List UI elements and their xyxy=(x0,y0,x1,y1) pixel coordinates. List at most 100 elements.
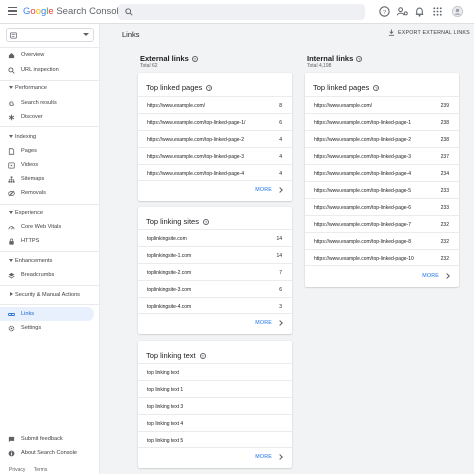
caret-down-icon xyxy=(9,258,13,262)
nav-item-discover[interactable]: Discover xyxy=(0,110,94,124)
more-button[interactable]: MORE xyxy=(255,453,283,460)
nav-item-pages[interactable]: Pages xyxy=(0,144,94,158)
table-row[interactable]: https://www.example.com/top-linked-page-… xyxy=(305,181,459,198)
row-label: https://www.example.com/top-linked-page-… xyxy=(147,120,246,126)
nav-item-core-web-vitals[interactable]: Core Web Vitals xyxy=(0,220,94,234)
menu-icon[interactable] xyxy=(8,7,17,16)
video-icon xyxy=(8,161,15,169)
section-enhancements[interactable]: Enhancements xyxy=(0,255,94,267)
section-security-manual-actions[interactable]: Security & Manual Actions xyxy=(0,289,94,301)
property-selector[interactable] xyxy=(6,28,94,42)
table-row[interactable]: https://www.example.com/top-linked-page-… xyxy=(138,164,292,181)
table-row[interactable]: https://www.example.com/top-linked-page-… xyxy=(305,249,459,266)
row-count: 233 xyxy=(440,188,449,194)
terms-link[interactable]: Terms xyxy=(34,467,48,473)
manage-users-icon[interactable] xyxy=(396,5,409,18)
link-icon xyxy=(8,312,15,316)
footer-links: Privacy Terms xyxy=(9,467,54,473)
apps-icon[interactable] xyxy=(431,5,444,18)
nav-item-removals[interactable]: Removals xyxy=(0,186,94,200)
nav-item-settings[interactable]: Settings xyxy=(0,321,94,335)
nav-item-https[interactable]: HTTPS xyxy=(0,234,94,248)
row-label: https://www.example.com/ xyxy=(147,103,206,109)
row-count: 238 xyxy=(440,120,449,126)
more-button[interactable]: MORE xyxy=(255,186,283,193)
more-button[interactable]: MORE xyxy=(255,319,283,326)
table-row[interactable]: toplinkingsite-2.com 7 xyxy=(138,263,292,280)
more-label: MORE xyxy=(422,273,439,279)
table-row[interactable]: https://www.example.com/top-linked-page-… xyxy=(305,232,459,249)
table-row[interactable]: https://www.example.com/top-linked-page-… xyxy=(305,113,459,130)
svg-text:?: ? xyxy=(383,10,386,16)
nav-item-label: Breadcrumbs xyxy=(21,272,55,278)
table-row[interactable]: top linking text 3 xyxy=(138,397,292,414)
notifications-icon[interactable] xyxy=(413,5,426,18)
gear-icon xyxy=(8,325,15,331)
table-row[interactable]: https://www.example.com/top-linked-page-… xyxy=(305,164,459,181)
google-g-icon: G xyxy=(9,100,14,106)
table-row[interactable]: top linking text xyxy=(138,363,292,380)
export-external-links-button[interactable]: EXPORT EXTERNAL LINKS xyxy=(388,29,470,36)
table-row[interactable]: https://www.example.com/8 xyxy=(138,96,292,113)
card-external-top-linking-text: Top linking text? top linking text top li… xyxy=(138,341,292,468)
more-button[interactable]: MORE xyxy=(422,272,450,279)
row-label: https://www.example.com/top-linked-page-… xyxy=(147,154,244,160)
chevron-right-icon xyxy=(277,319,283,326)
help-icon[interactable]: ? xyxy=(356,56,363,63)
section-label: Enhancements xyxy=(15,258,53,264)
row-count: 239 xyxy=(440,103,449,109)
help-icon[interactable]: ? xyxy=(206,85,213,92)
help-icon[interactable]: ? xyxy=(202,219,209,226)
search-bar[interactable] xyxy=(118,4,365,20)
table-row[interactable]: https://www.example.com/top-linked-page-… xyxy=(305,130,459,147)
row-count: 232 xyxy=(440,256,449,262)
nav-item-submit-feedback[interactable]: Submit feedback xyxy=(0,432,94,446)
nav-item-breadcrumbs[interactable]: Breadcrumbs xyxy=(0,268,94,282)
card-title-text: Top linking sites xyxy=(146,217,199,226)
chevron-right-icon xyxy=(277,453,283,460)
nav-item-videos[interactable]: Videos xyxy=(0,158,94,172)
table-row[interactable]: https://www.example.com/top-linked-page-… xyxy=(305,147,459,164)
caret-down-icon xyxy=(9,210,13,214)
section-label: Performance xyxy=(15,85,48,91)
table-row[interactable]: toplinkingsite-3.com 6 xyxy=(138,280,292,297)
nav-item-links[interactable]: Links xyxy=(0,307,94,321)
row-label: https://www.example.com/top-linked-page-… xyxy=(314,188,411,194)
table-row[interactable]: https://www.example.com/top-linked-page-… xyxy=(138,147,292,164)
table-row[interactable]: top linking text 1 xyxy=(138,380,292,397)
help-icon[interactable]: ? xyxy=(191,56,198,63)
nav-item-sitemaps[interactable]: Sitemaps xyxy=(0,172,94,186)
section-experience[interactable]: Experience xyxy=(0,207,94,219)
table-row[interactable]: https://www.example.com/top-linked-page-… xyxy=(305,198,459,215)
section-performance[interactable]: Performance xyxy=(0,82,94,94)
table-row[interactable]: https://www.example.com/239 xyxy=(305,96,459,113)
table-row[interactable]: https://www.example.com/top-linked-page-… xyxy=(305,215,459,232)
nav-item-about[interactable]: About Search Console xyxy=(0,446,94,460)
table-row[interactable]: toplinkingsite-4.com 3 xyxy=(138,297,292,314)
nav-item-search-results[interactable]: G Search results xyxy=(0,96,94,110)
card-title: Top linking text? xyxy=(146,351,206,360)
privacy-link[interactable]: Privacy xyxy=(9,467,25,473)
nav-item-label: Links xyxy=(21,311,35,317)
section-indexing[interactable]: Indexing xyxy=(0,131,94,143)
help-icon[interactable]: ? xyxy=(378,5,391,18)
table-row[interactable]: toplinkingsite.com 14 xyxy=(138,229,292,246)
help-icon[interactable]: ? xyxy=(373,85,380,92)
download-icon xyxy=(388,29,395,36)
table-row[interactable]: top linking text 4 xyxy=(138,414,292,431)
product-logo[interactable]: Google Search Console xyxy=(23,6,124,17)
caret-down-icon xyxy=(9,85,13,89)
help-icon[interactable]: ? xyxy=(199,353,206,360)
search-input[interactable] xyxy=(140,6,360,18)
more-label: MORE xyxy=(255,187,272,193)
section-label: Experience xyxy=(15,210,43,216)
table-row[interactable]: https://www.example.com/top-linked-page-… xyxy=(138,113,292,130)
nav-item-overview[interactable]: Overview xyxy=(0,48,94,62)
account-avatar[interactable] xyxy=(451,5,464,18)
table-row[interactable]: https://www.example.com/top-linked-page-… xyxy=(138,130,292,147)
table-row[interactable]: toplinkingsite-1.com 14 xyxy=(138,246,292,263)
nav-item-url-inspection[interactable]: URL inspection xyxy=(0,63,94,77)
card-external-top-linking-sites: Top linking sites? toplinkingsite.com 14 t… xyxy=(138,207,292,334)
table-row[interactable]: top linking text 5 xyxy=(138,431,292,448)
top-app-bar: Google Search Console ? xyxy=(0,0,474,24)
